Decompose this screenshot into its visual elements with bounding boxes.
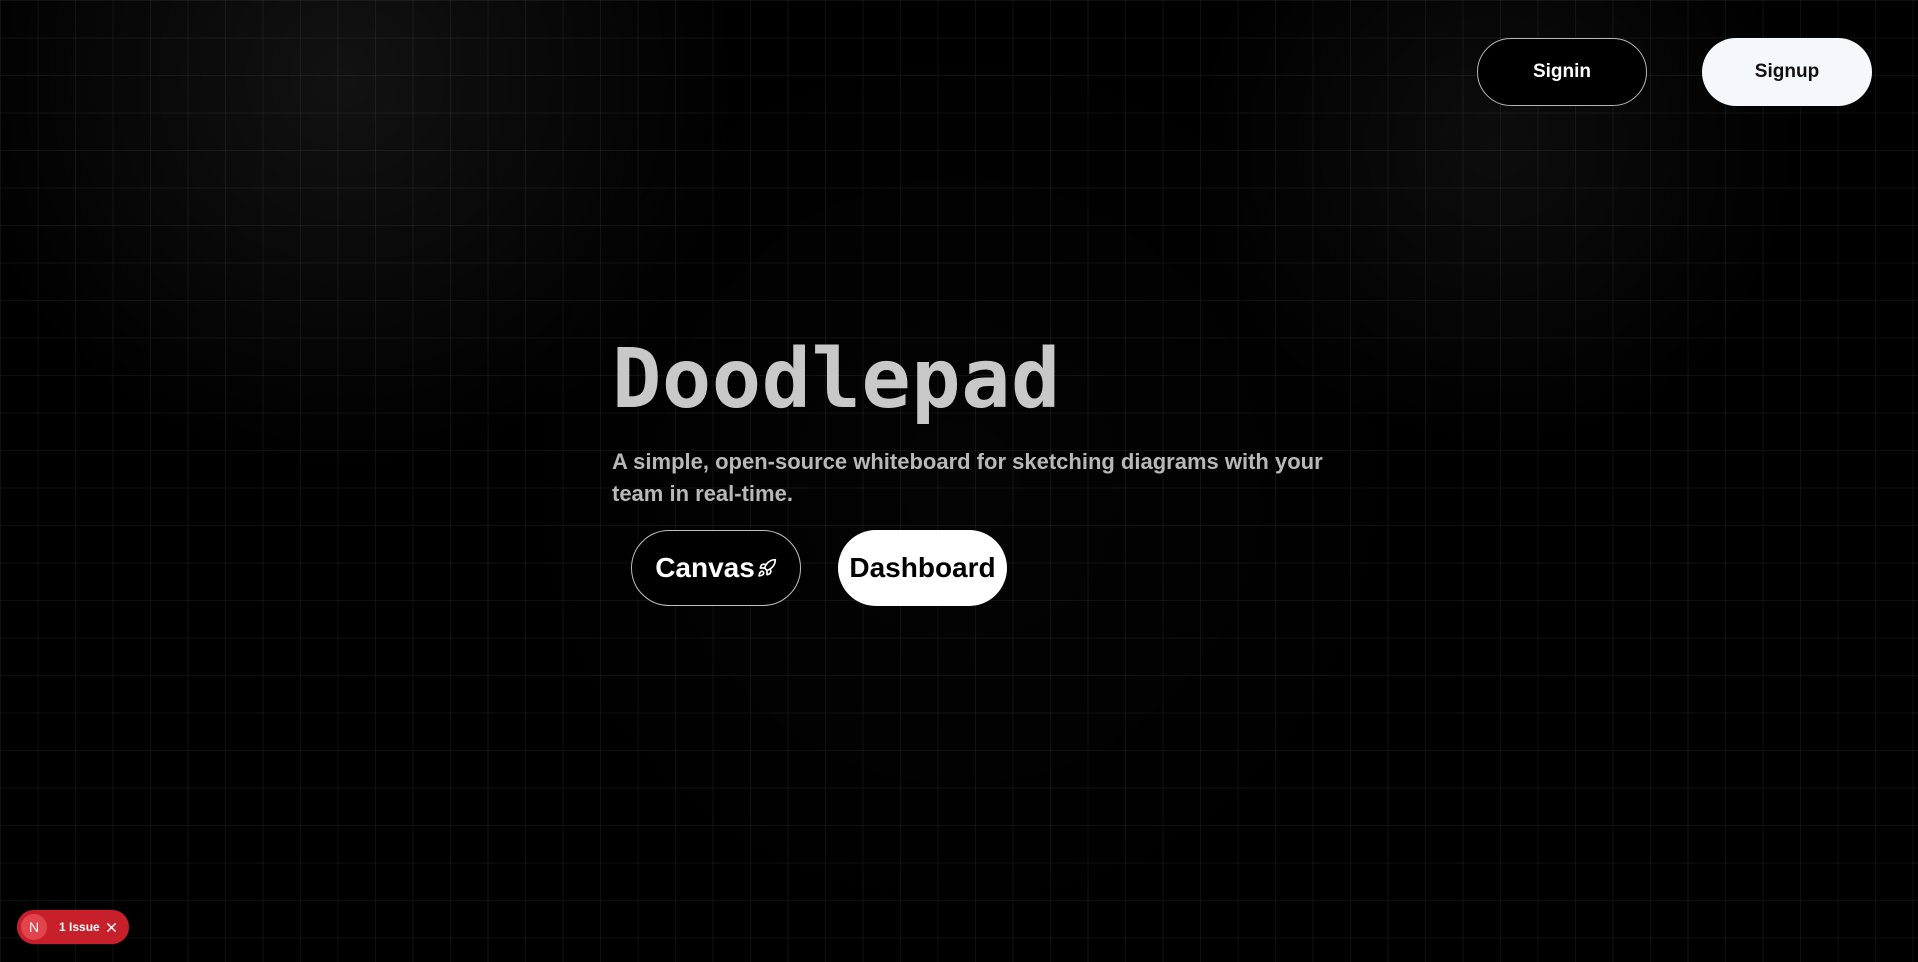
dashboard-button[interactable]: Dashboard	[838, 530, 1007, 606]
top-nav: Signin Signup	[1477, 38, 1872, 106]
page-title: Doodlepad	[612, 332, 1061, 427]
close-icon[interactable]	[106, 922, 117, 933]
signin-button[interactable]: Signin	[1477, 38, 1647, 106]
cta-row: Canvas Dashboard	[631, 530, 1332, 606]
canvas-button-label: Canvas	[655, 552, 755, 583]
hero-subtitle: A simple, open-source whiteboard for ske…	[612, 449, 1323, 506]
hero-section: Doodlepad A simple, open-source whiteboa…	[612, 320, 1332, 606]
signup-button[interactable]: Signup	[1702, 38, 1872, 106]
issue-count: 1 Issue	[59, 920, 100, 934]
nextjs-logo-icon: N	[21, 914, 47, 940]
canvas-button[interactable]: Canvas	[631, 530, 801, 606]
issues-badge[interactable]: N 1 Issue	[17, 910, 129, 944]
rocket-icon	[757, 558, 777, 578]
